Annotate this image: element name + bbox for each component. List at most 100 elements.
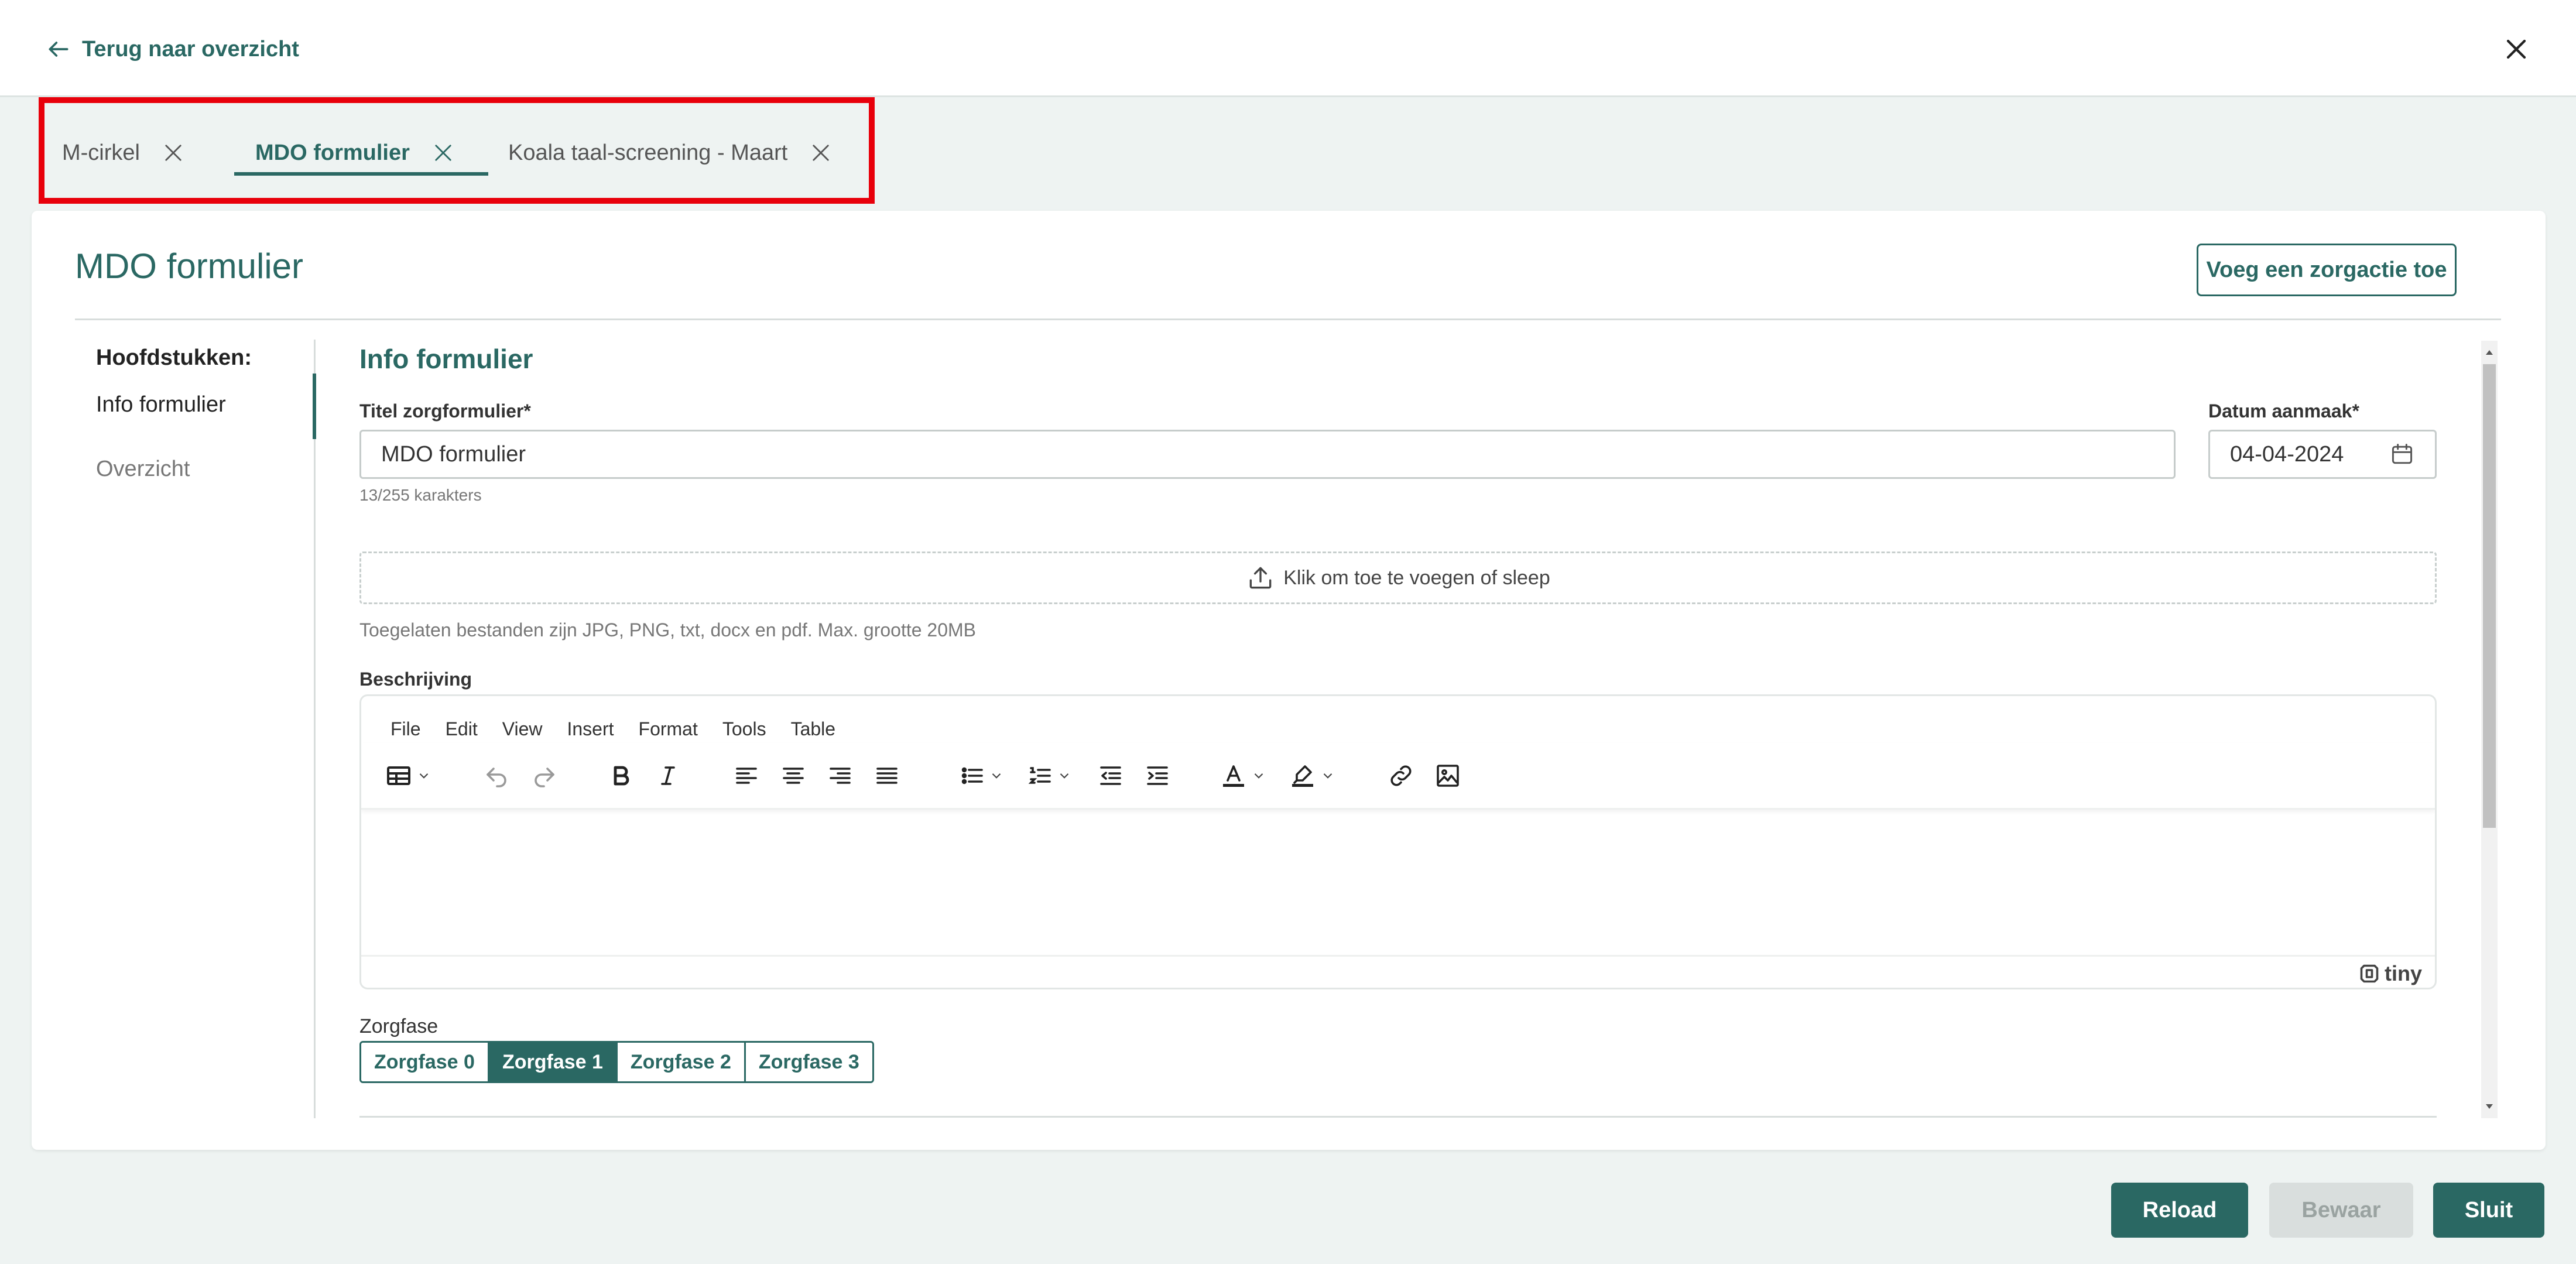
phase-option-0[interactable]: Zorgfase 0: [361, 1043, 489, 1081]
tab-label: MDO formulier: [255, 140, 410, 165]
menu-table[interactable]: Table: [791, 718, 836, 740]
tab-koala-taal-screening[interactable]: Koala taal-screening - Maart: [508, 128, 833, 178]
phase-label: Zorgfase: [359, 1015, 439, 1037]
italic-button[interactable]: [654, 759, 682, 792]
redo-button[interactable]: [530, 759, 558, 792]
highlight-color-button[interactable]: [1289, 759, 1335, 792]
close-icon[interactable]: [161, 141, 186, 165]
text-color-icon: [1220, 762, 1248, 790]
title-input-value: MDO formulier: [381, 441, 526, 467]
allowed-files-hint: Toegelaten bestanden zijn JPG, PNG, txt,…: [359, 619, 977, 640]
align-justify-button[interactable]: [873, 759, 901, 792]
date-input[interactable]: 04-04-2024: [2208, 430, 2437, 479]
scroll-up-icon[interactable]: [2481, 341, 2498, 364]
care-phase-selector: Zorgfase 0 Zorgfase 1 Zorgfase 2 Zorgfas…: [359, 1041, 874, 1083]
menu-format[interactable]: Format: [639, 718, 698, 740]
align-right-button[interactable]: [826, 759, 854, 792]
menu-insert[interactable]: Insert: [567, 718, 614, 740]
chevron-down-icon: [1320, 768, 1335, 783]
tiny-logo-icon: [2359, 963, 2380, 984]
bullet-list-button[interactable]: [958, 759, 1004, 792]
date-field-label: Datum aanmaak*: [2208, 400, 2359, 422]
tab-label: M-cirkel: [62, 140, 140, 165]
content-scrollbar[interactable]: [2481, 341, 2498, 1118]
indent-button[interactable]: [1143, 759, 1171, 792]
description-editor: File Edit View Insert Format Tools Table: [359, 694, 2437, 989]
undo-button[interactable]: [483, 759, 511, 792]
back-link-label: Terug naar overzicht: [82, 36, 299, 61]
scrollbar-thumb[interactable]: [2483, 364, 2496, 828]
italic-icon: [654, 762, 682, 790]
close-button[interactable]: Sluit: [2433, 1183, 2544, 1238]
tab-label: Koala taal-screening - Maart: [508, 140, 788, 165]
char-count: 13/255 karakters: [359, 486, 482, 504]
outdent-button[interactable]: [1097, 759, 1125, 792]
back-to-overview-link[interactable]: Terug naar overzicht: [46, 33, 299, 66]
arrow-left-icon: [46, 36, 71, 62]
title-input[interactable]: MDO formulier: [359, 430, 2176, 479]
phase-option-1[interactable]: Zorgfase 1: [489, 1043, 618, 1081]
undo-icon: [483, 762, 511, 790]
menu-tools[interactable]: Tools: [722, 718, 766, 740]
bold-button[interactable]: [607, 759, 635, 792]
insert-image-button[interactable]: [1434, 759, 1462, 792]
align-justify-icon: [873, 762, 901, 790]
menu-view[interactable]: View: [502, 718, 543, 740]
close-icon[interactable]: [809, 141, 833, 165]
page-title: MDO formulier: [75, 246, 304, 286]
numbered-list-button[interactable]: [1026, 759, 1072, 792]
align-center-button[interactable]: [779, 759, 807, 792]
text-color-button[interactable]: [1220, 759, 1266, 792]
date-input-value: 04-04-2024: [2230, 441, 2344, 467]
upload-label: Klik om toe te voegen of sleep: [1283, 566, 1550, 589]
editor-statusbar: tiny: [361, 955, 2435, 988]
tiny-label: tiny: [2384, 961, 2422, 985]
active-chapter-indicator: [313, 374, 316, 439]
active-tab-underline: [234, 172, 488, 176]
phase-option-2[interactable]: Zorgfase 2: [617, 1043, 746, 1081]
menu-file[interactable]: File: [390, 718, 421, 740]
tab-mdo-formulier[interactable]: MDO formulier: [255, 128, 455, 178]
menu-edit[interactable]: Edit: [446, 718, 478, 740]
indent-icon: [1143, 762, 1171, 790]
tiny-brand[interactable]: tiny: [2359, 961, 2422, 986]
upload-icon: [1246, 563, 1275, 592]
top-bar: Terug naar overzicht: [0, 0, 2576, 97]
chapter-item-info-formulier[interactable]: Info formulier: [96, 392, 226, 417]
add-care-action-button[interactable]: Voeg een zorgactie toe: [2197, 244, 2457, 296]
phase-option-3[interactable]: Zorgfase 3: [745, 1043, 872, 1081]
redo-icon: [530, 762, 558, 790]
bullet-list-icon: [958, 762, 986, 790]
file-upload-dropzone[interactable]: Klik om toe te voegen of sleep: [359, 551, 2437, 604]
align-center-icon: [779, 762, 807, 790]
bold-icon: [607, 762, 635, 790]
chevron-down-icon: [416, 768, 431, 783]
image-icon: [1434, 762, 1462, 790]
reload-button[interactable]: Reload: [2111, 1183, 2248, 1238]
editor-menubar: File Edit View Insert Format Tools Table: [390, 718, 835, 740]
close-icon[interactable]: [431, 141, 455, 165]
calendar-icon[interactable]: [2389, 441, 2415, 467]
section-title: Info formulier: [359, 344, 533, 374]
save-button[interactable]: Bewaar: [2269, 1183, 2413, 1238]
scroll-down-icon[interactable]: [2481, 1095, 2498, 1118]
insert-link-button[interactable]: [1387, 759, 1415, 792]
divider: [359, 1116, 2437, 1118]
chapter-nav-divider: [314, 340, 316, 1118]
divider: [75, 318, 2501, 320]
close-icon: [2500, 33, 2533, 66]
chapter-item-overzicht[interactable]: Overzicht: [96, 457, 190, 482]
align-right-icon: [826, 762, 854, 790]
chapters-heading: Hoofdstukken:: [96, 345, 252, 370]
align-left-button[interactable]: [732, 759, 761, 792]
align-left-icon: [732, 762, 761, 790]
highlight-icon: [1289, 762, 1317, 790]
link-icon: [1387, 762, 1415, 790]
table-icon: [385, 762, 413, 790]
tab-m-cirkel[interactable]: M-cirkel: [62, 128, 186, 178]
editor-content-area[interactable]: [361, 810, 2435, 955]
numbered-list-icon: [1026, 762, 1054, 790]
table-button[interactable]: [385, 759, 431, 792]
close-window-button[interactable]: [2500, 33, 2533, 66]
chevron-down-icon: [1057, 768, 1072, 783]
